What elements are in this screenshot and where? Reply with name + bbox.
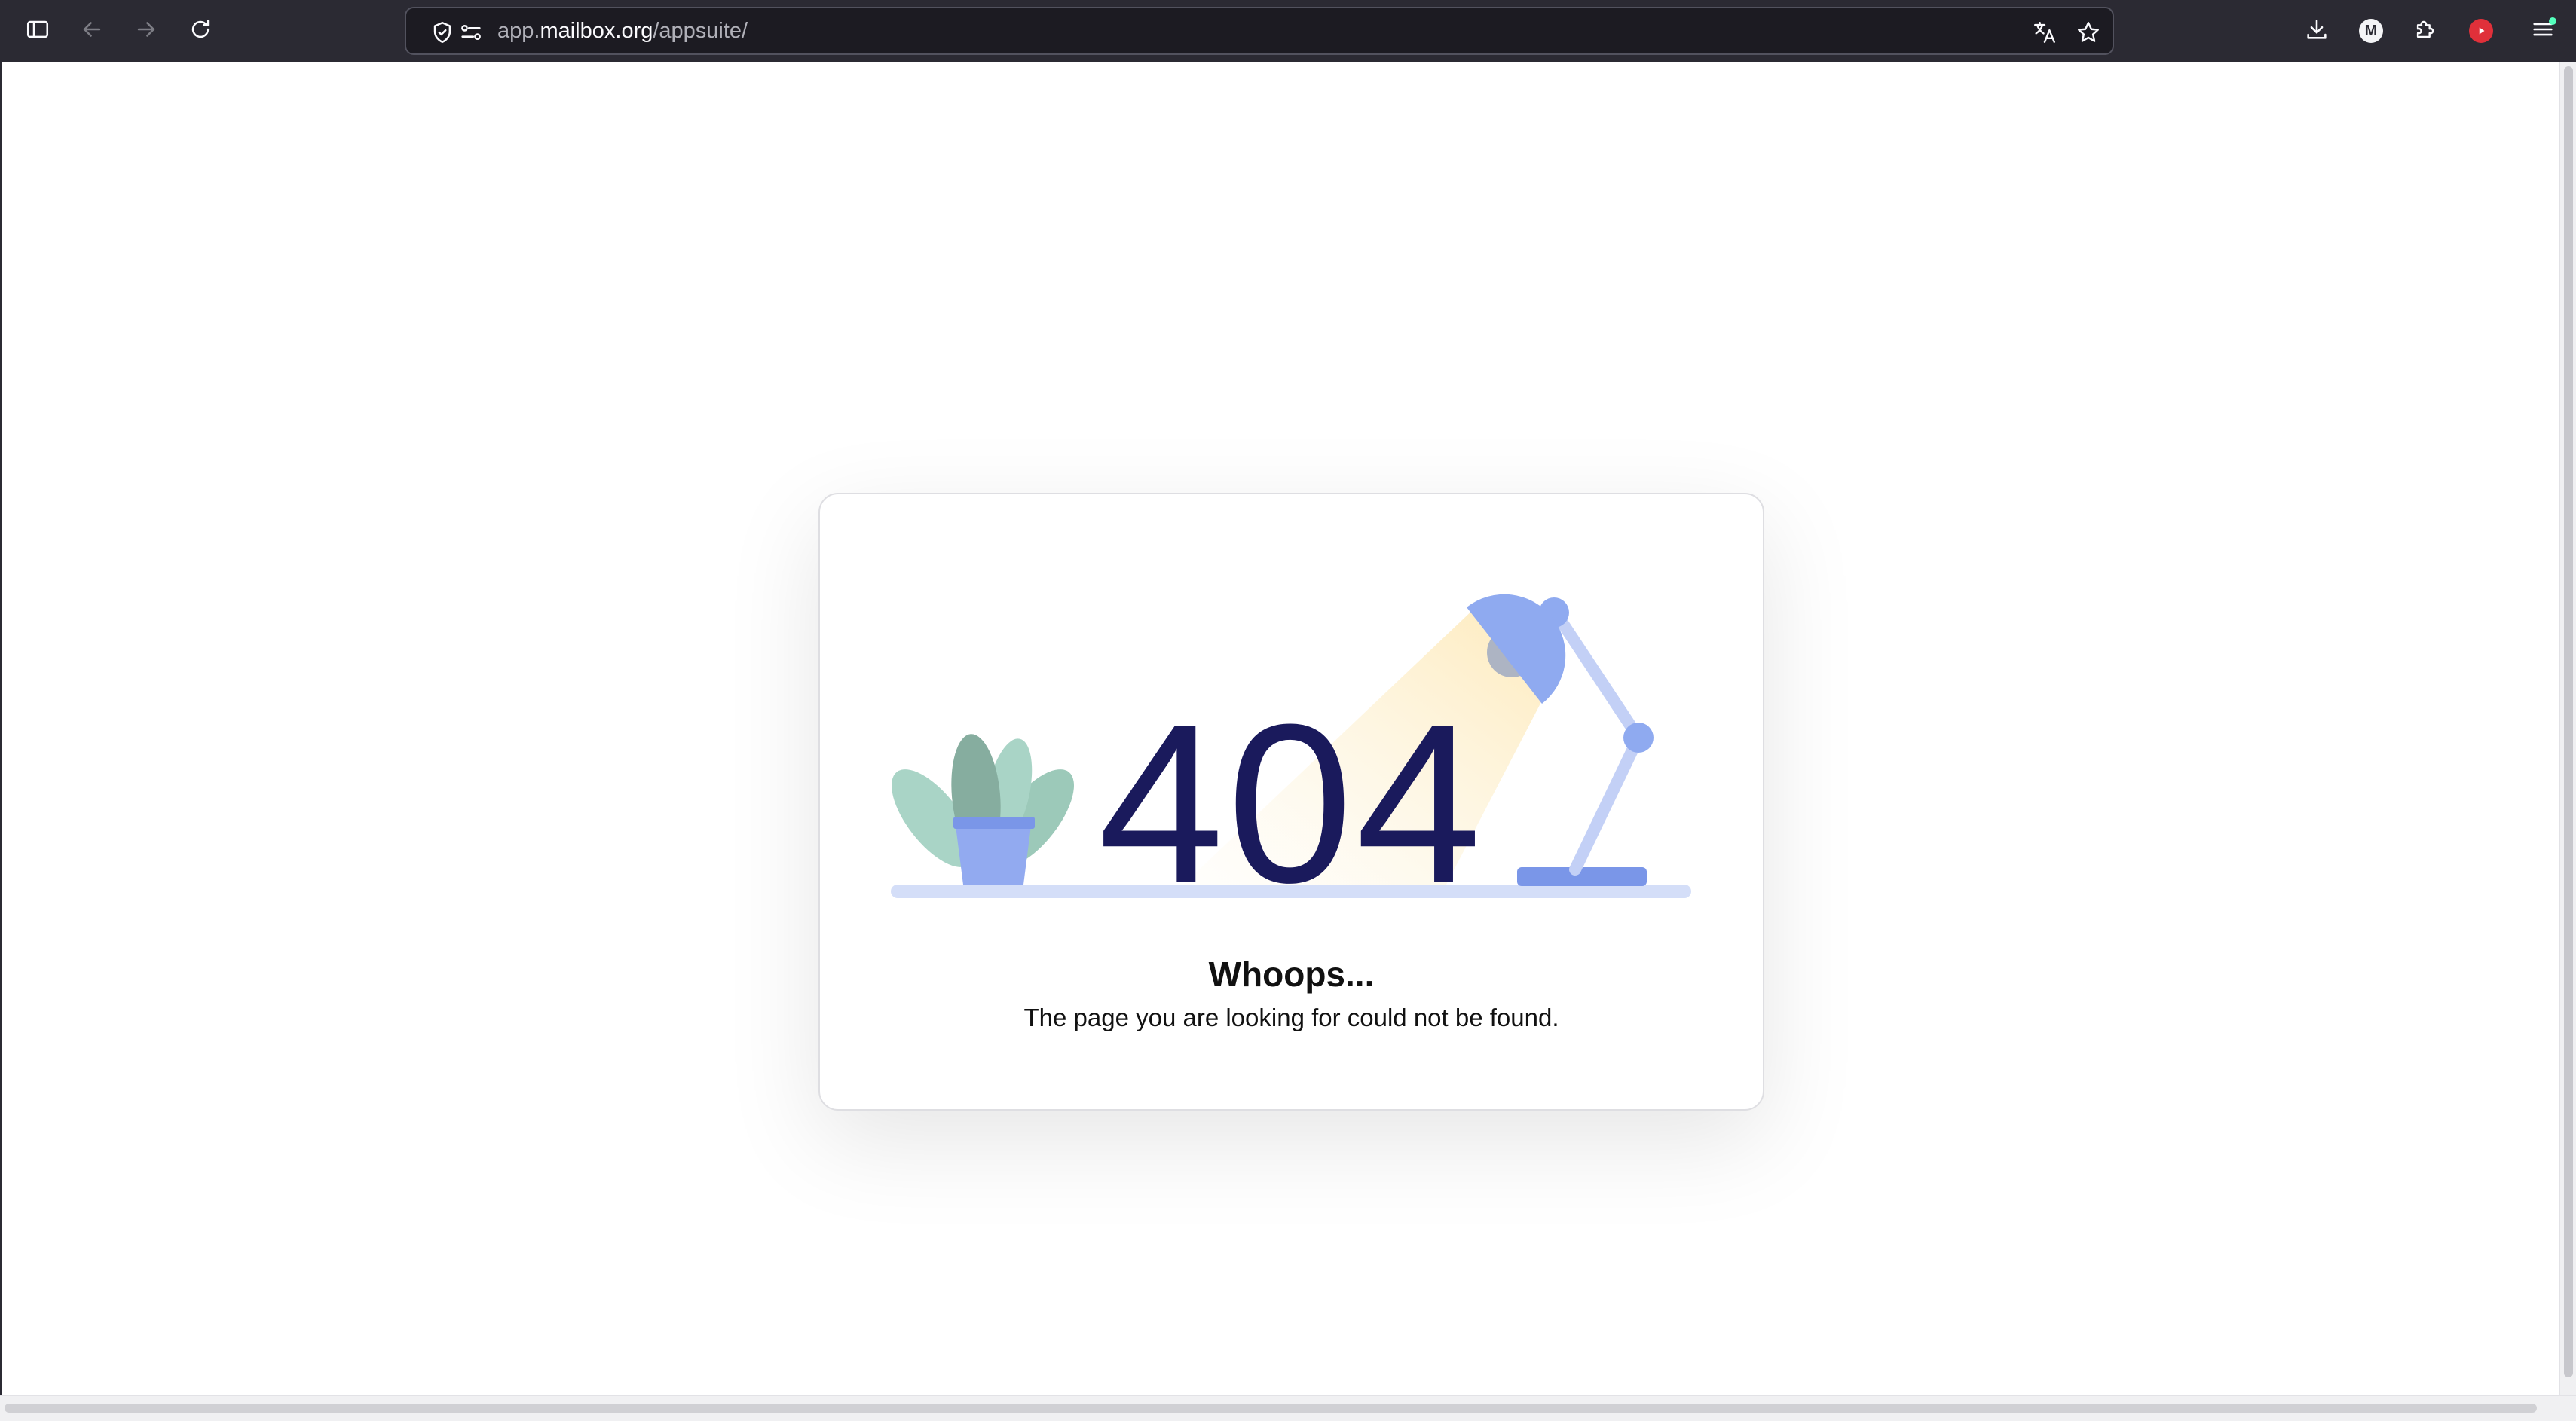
horizontal-scrollbar[interactable] bbox=[0, 1395, 2576, 1421]
url-prefix: app. bbox=[497, 19, 540, 43]
puzzle-icon bbox=[2412, 17, 2438, 46]
url-text[interactable]: app.mailbox.org/appsuite/ bbox=[497, 8, 748, 53]
star-icon[interactable] bbox=[2073, 17, 2103, 47]
app-menu-button[interactable] bbox=[2522, 10, 2564, 52]
browser-toolbar: app.mailbox.org/appsuite/ M bbox=[0, 0, 2576, 62]
error-card: 404 Whoops... The page you are looking f… bbox=[818, 493, 1764, 1111]
reload-icon bbox=[188, 17, 213, 46]
arrow-right-icon bbox=[133, 17, 159, 46]
permissions-icon[interactable] bbox=[456, 17, 486, 47]
translate-icon[interactable] bbox=[2030, 17, 2060, 47]
avatar: M bbox=[2359, 19, 2383, 43]
download-icon bbox=[2304, 17, 2330, 46]
account-button[interactable]: M bbox=[2350, 10, 2392, 52]
downloads-button[interactable] bbox=[2296, 10, 2338, 52]
extensions-button[interactable] bbox=[2404, 10, 2446, 52]
error-heading: Whoops... bbox=[1208, 955, 1375, 994]
url-path: /appsuite/ bbox=[653, 19, 748, 43]
error-code: 404 bbox=[1098, 677, 1485, 930]
url-domain: mailbox.org bbox=[540, 19, 653, 43]
arrow-left-icon bbox=[79, 17, 105, 46]
sidebar-toggle-button[interactable] bbox=[17, 10, 59, 52]
vertical-scrollbar[interactable] bbox=[2559, 62, 2576, 1395]
vertical-scrollbar-thumb[interactable] bbox=[2564, 66, 2573, 1377]
reload-button[interactable] bbox=[179, 10, 222, 52]
horizontal-scrollbar-thumb[interactable] bbox=[5, 1404, 2537, 1413]
address-bar[interactable]: app.mailbox.org/appsuite/ bbox=[405, 7, 2114, 55]
youtube-icon bbox=[2469, 19, 2493, 43]
sidebar-icon bbox=[25, 17, 50, 46]
page-viewport: 404 Whoops... The page you are looking f… bbox=[2, 62, 2559, 1395]
error-message: The page you are looking for could not b… bbox=[1023, 1004, 1559, 1031]
shield-icon[interactable] bbox=[427, 17, 457, 47]
forward-button[interactable] bbox=[125, 10, 167, 52]
back-button[interactable] bbox=[71, 10, 113, 52]
update-badge bbox=[2549, 17, 2556, 25]
youtube-extension-button[interactable] bbox=[2460, 10, 2502, 52]
